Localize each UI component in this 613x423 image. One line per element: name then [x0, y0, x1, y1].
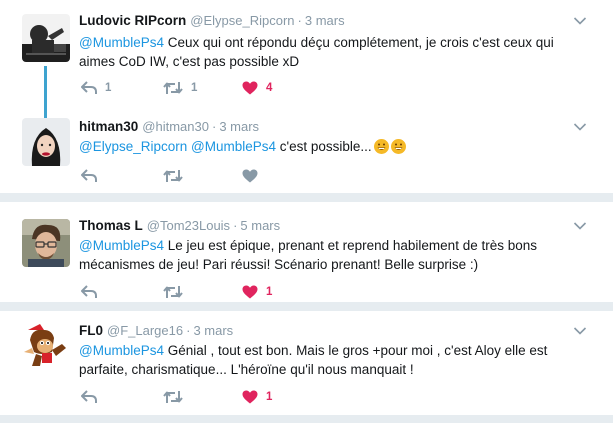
- timestamp[interactable]: 3 mars: [305, 13, 345, 28]
- retweet-icon: [163, 170, 183, 182]
- tweet-actions: [79, 167, 379, 185]
- username[interactable]: @Tom23Louis: [147, 218, 230, 233]
- retweet-button[interactable]: 1: [163, 79, 197, 97]
- tweet-text-line: mécanismes de jeu! Pari réussi! Scénario…: [79, 257, 479, 272]
- chevron-down-icon[interactable]: [573, 122, 587, 132]
- tweet-card: Thomas L @Tom23Louis · 5 mars @MumblePs4 Le…: [0, 202, 613, 302]
- like-button[interactable]: [242, 167, 266, 185]
- reply-icon: [81, 285, 97, 298]
- tweet-text-line: c'est possible...: [276, 139, 372, 154]
- retweet-button[interactable]: [163, 283, 191, 301]
- username[interactable]: @hitman30: [142, 119, 209, 134]
- reply-icon: [81, 169, 97, 182]
- mention-link[interactable]: @MumblePs4: [191, 139, 276, 154]
- separator-dot: ·: [233, 218, 238, 233]
- mention-link[interactable]: @MumblePs4: [79, 35, 164, 50]
- tweet-header: hitman30 @hitman30 · 3 mars: [79, 119, 259, 135]
- retweet-button[interactable]: [163, 388, 191, 406]
- tweet-text-line: Génial , tout est bon. Mais le gros +pou…: [163, 343, 548, 358]
- mention-link[interactable]: @MumblePs4: [79, 238, 164, 253]
- mention-link[interactable]: @Elypse_Ripcorn: [79, 139, 187, 154]
- tweet[interactable]: Thomas L @Tom23Louis · 5 mars @MumblePs4 Le…: [0, 202, 613, 302]
- tweet[interactable]: FL0 @F_Large16 · 3 mars @MumblePs4 Génial ,…: [0, 311, 613, 415]
- tweet-actions: 1 1 4: [79, 79, 379, 97]
- fullname[interactable]: FL0: [79, 323, 103, 338]
- tweet[interactable]: hitman30 @hitman30 · 3 mars @Elypse_Ripcorn…: [0, 100, 613, 193]
- tweet[interactable]: Ludovic RIPcorn @Elypse_Ripcorn · 3 mars @M…: [0, 0, 613, 100]
- timestamp[interactable]: 3 mars: [219, 119, 259, 134]
- like-count: 1: [266, 391, 273, 403]
- tweet-text-line: parfaite, charismatique... L'héroïne qu'…: [79, 362, 414, 377]
- mention-link[interactable]: @MumblePs4: [79, 343, 164, 358]
- reply-count: 1: [105, 82, 112, 94]
- username[interactable]: @F_Large16: [107, 323, 183, 338]
- chevron-down-icon[interactable]: [573, 326, 587, 336]
- conversation-thread: Ludovic RIPcorn @Elypse_Ripcorn · 3 mars @M…: [0, 0, 613, 193]
- separator-dot: ·: [297, 13, 302, 28]
- chevron-down-icon[interactable]: [573, 16, 587, 26]
- avatar[interactable]: [22, 14, 70, 62]
- heart-icon: [242, 390, 258, 404]
- fullname[interactable]: hitman30: [79, 119, 138, 134]
- fullname[interactable]: Ludovic RIPcorn: [79, 13, 186, 28]
- tweet-actions: 1: [79, 283, 379, 301]
- tweet-text-line: Ceux qui ont répondu déçu complétement, …: [163, 35, 554, 50]
- reply-button[interactable]: [81, 388, 105, 406]
- reply-icon: [81, 81, 97, 94]
- avatar[interactable]: [22, 219, 70, 267]
- timeline: Ludovic RIPcorn @Elypse_Ripcorn · 3 mars @M…: [0, 0, 613, 423]
- tweet-text: @MumblePs4 Le jeu est épique, prenant et…: [79, 236, 589, 274]
- reply-button[interactable]: [81, 283, 105, 301]
- like-button[interactable]: 4: [242, 79, 272, 97]
- avatar[interactable]: [22, 118, 70, 166]
- grinning-face-emoji: [373, 139, 389, 154]
- heart-icon: [242, 81, 258, 95]
- retweet-icon: [163, 391, 183, 403]
- like-button[interactable]: 1: [242, 388, 272, 406]
- tweet-text: @Elypse_Ripcorn @MumblePs4 c'est possibl…: [79, 137, 589, 156]
- tweet-text-line: Le jeu est épique, prenant et reprend ha…: [163, 238, 537, 253]
- heart-icon: [242, 169, 258, 183]
- timestamp[interactable]: 5 mars: [240, 218, 280, 233]
- avatar[interactable]: [22, 322, 70, 370]
- retweet-icon: [163, 82, 183, 94]
- tweet-actions: 1: [79, 388, 379, 406]
- heart-icon: [242, 285, 258, 299]
- tweet-card: FL0 @F_Large16 · 3 mars @MumblePs4 Génial ,…: [0, 311, 613, 415]
- tweet-header: FL0 @F_Large16 · 3 mars: [79, 323, 233, 339]
- like-count: 4: [266, 82, 273, 94]
- retweet-button[interactable]: [163, 167, 191, 185]
- retweet-icon: [163, 286, 183, 298]
- retweet-count: 1: [191, 82, 198, 94]
- grinning-face-emoji: [390, 139, 406, 154]
- fullname[interactable]: Thomas L: [79, 218, 143, 233]
- timestamp[interactable]: 3 mars: [193, 323, 233, 338]
- username[interactable]: @Elypse_Ripcorn: [190, 13, 294, 28]
- tweet-header: Ludovic RIPcorn @Elypse_Ripcorn · 3 mars: [79, 13, 345, 29]
- reply-icon: [81, 390, 97, 403]
- separator-dot: ·: [186, 323, 191, 338]
- tweet-text: @MumblePs4 Génial , tout est bon. Mais l…: [79, 341, 589, 379]
- tweet-header: Thomas L @Tom23Louis · 5 mars: [79, 218, 280, 234]
- reply-button[interactable]: 1: [81, 79, 111, 97]
- tweet-text-line: aimes CoD IW, c'est pas possible xD: [79, 54, 300, 69]
- reply-button[interactable]: [81, 167, 105, 185]
- separator-dot: ·: [211, 119, 217, 134]
- tweet-text: @MumblePs4 Ceux qui ont répondu déçu com…: [79, 33, 589, 71]
- chevron-down-icon[interactable]: [573, 221, 587, 231]
- like-count: 1: [266, 286, 273, 298]
- like-button[interactable]: 1: [242, 283, 272, 301]
